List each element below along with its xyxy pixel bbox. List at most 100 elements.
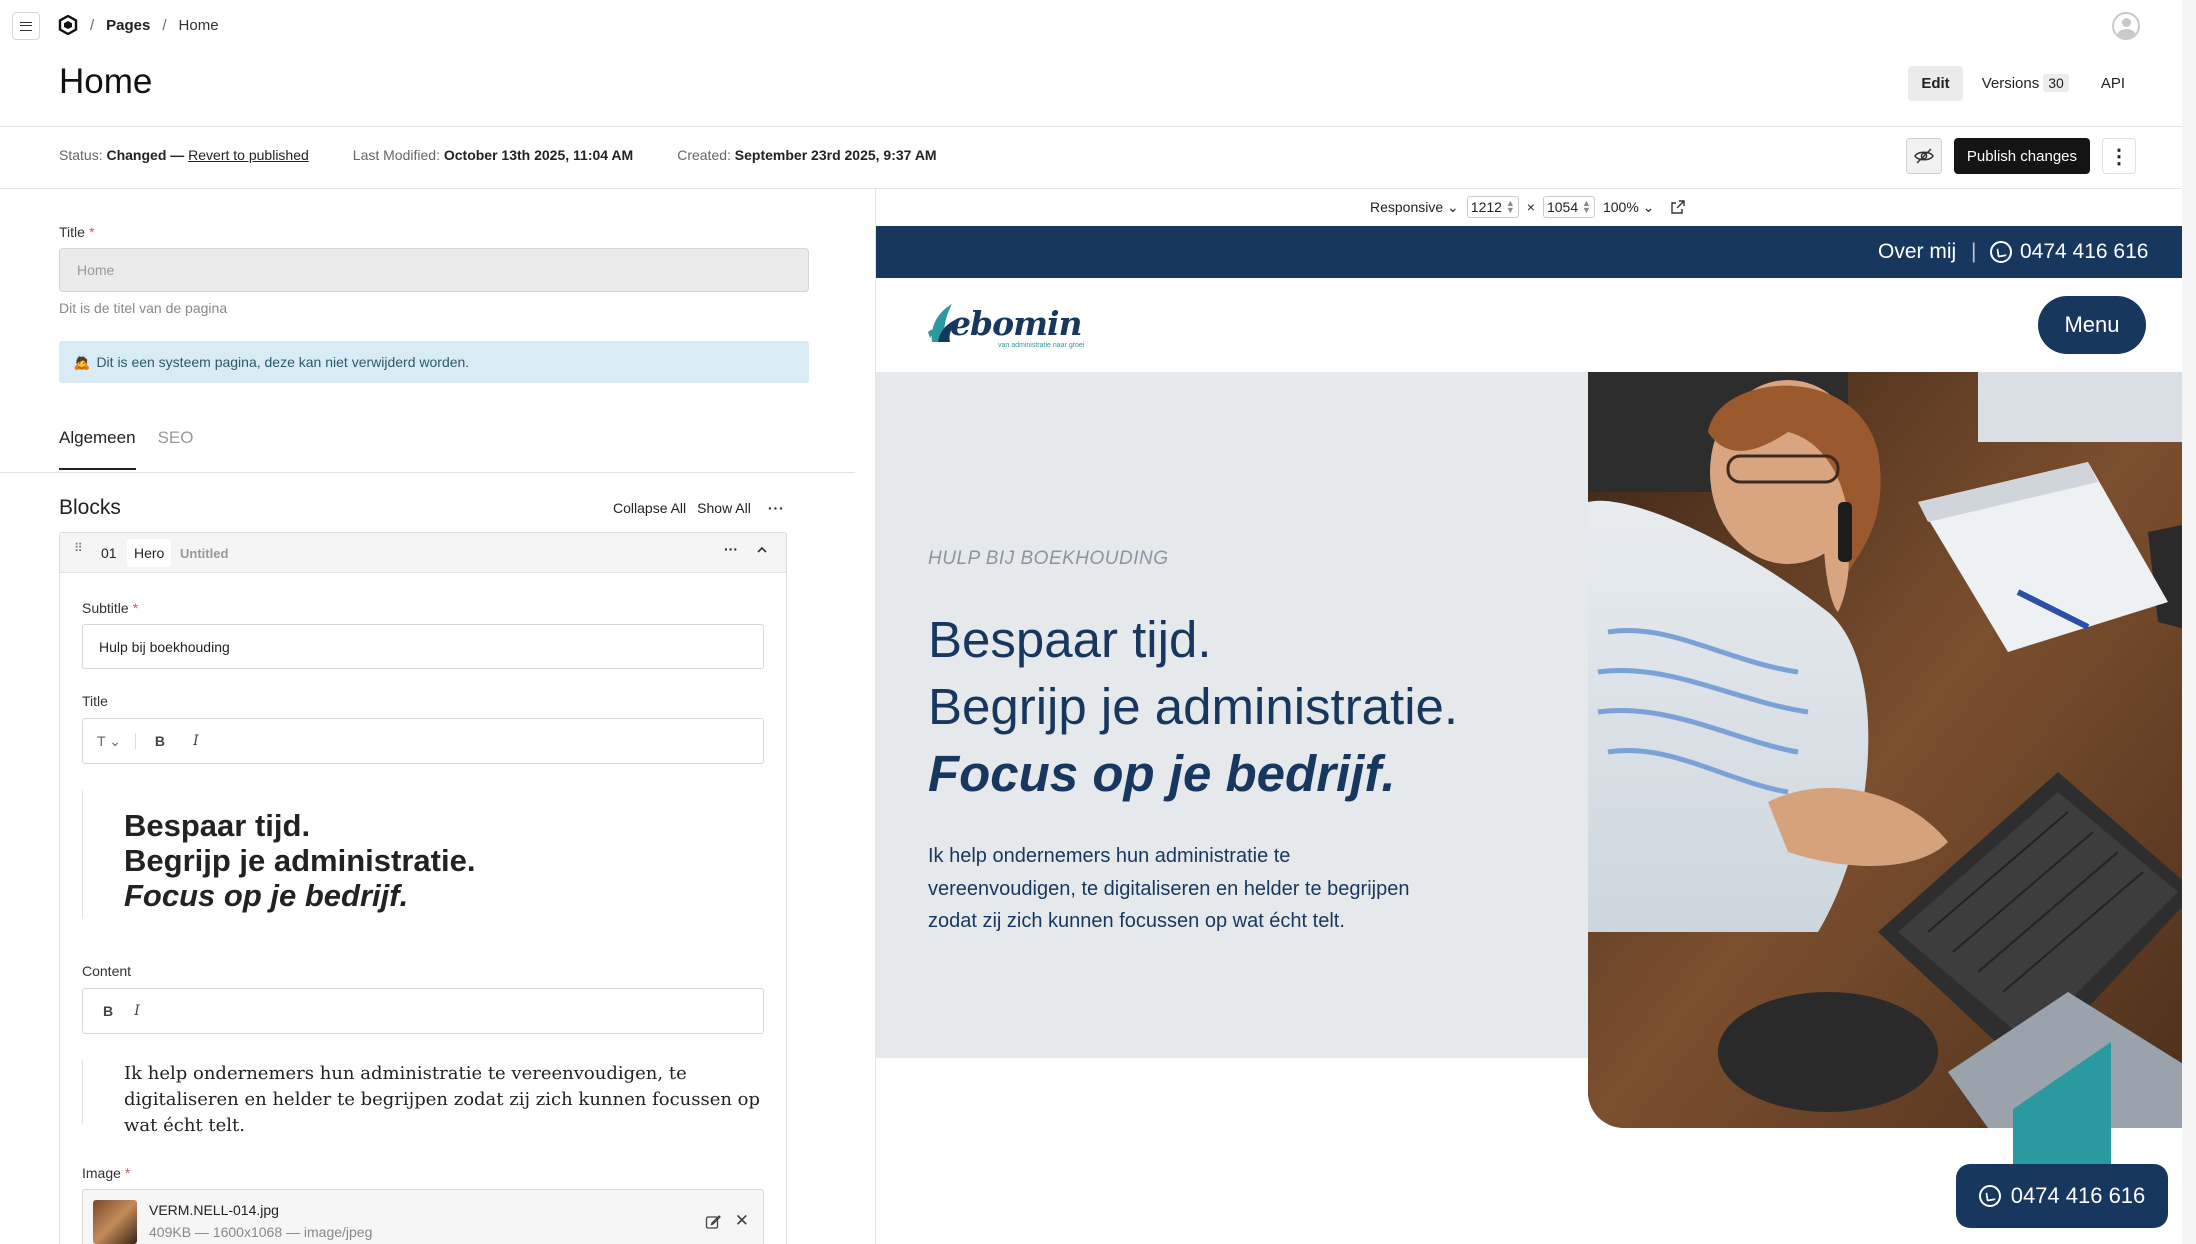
title-richtext-toolbar: T ⌄ B I — [82, 718, 764, 764]
bold-button[interactable]: B — [97, 1003, 119, 1019]
image-metadata: 409KB — 1600x1068 — image/jpeg — [149, 1224, 373, 1240]
block-header[interactable]: ⠿ 01 Hero Untitled ··· — [60, 533, 786, 573]
open-external-icon[interactable] — [1670, 199, 1686, 215]
block-number: 01 — [101, 545, 117, 561]
drag-handle-icon[interactable]: ⠿ — [74, 542, 84, 554]
page-title-input[interactable]: Home — [59, 248, 809, 292]
zoom-value: 100% — [1602, 198, 1639, 215]
image-filename: VERM.NELL-014.jpg — [149, 1202, 279, 1218]
zoom-select[interactable]: 100% ⌄ — [1603, 199, 1654, 216]
status-dash: — — [170, 147, 185, 163]
system-page-alert: 🙇 Dit is een systeem pagina, deze kan ni… — [59, 341, 809, 383]
app-logo-icon[interactable] — [58, 15, 78, 35]
chevron-down-icon: ⌄ — [1447, 198, 1459, 215]
logo-tagline: van administratie naar groei — [998, 342, 1085, 349]
hero-title-line: Focus op je bedrijf. — [928, 745, 1396, 802]
subtitle-input[interactable]: Hulp bij boekhouding — [82, 624, 764, 669]
live-preview-frame[interactable]: Over mij | 0474 416 616 ebomin van admin… — [876, 226, 2196, 1244]
title-richtext-content[interactable]: Bespaar tijd. Begrijp je administratie. … — [124, 808, 475, 913]
collapse-all-button[interactable]: Collapse All — [613, 500, 686, 516]
text-style-dropdown[interactable]: T ⌄ — [97, 733, 129, 750]
subtitle-field-label: Subtitle * — [82, 600, 138, 616]
site-top-bar: Over mij | 0474 416 616 — [876, 226, 2196, 278]
image-label-text: Image — [82, 1165, 121, 1181]
viewport-width-input[interactable]: 1212 ▲ ▼ — [1466, 196, 1519, 218]
breadcrumb-pages[interactable]: Pages — [106, 17, 150, 34]
subtitle-label-text: Subtitle — [82, 600, 129, 616]
whatsapp-icon — [1990, 241, 2012, 263]
top-bar: / Pages / Home — [0, 0, 2196, 52]
content-richtext-text[interactable]: Ik help ondernemers hun administratie te… — [124, 1061, 764, 1139]
status-value: Changed — [106, 147, 167, 163]
editor-tabs: Algemeen SEO — [59, 428, 193, 470]
tab-seo[interactable]: SEO — [158, 428, 194, 470]
close-icon[interactable]: ✕ — [735, 1211, 749, 1231]
hamburger-icon — [20, 21, 32, 31]
revert-to-published-link[interactable]: Revert to published — [188, 147, 309, 163]
stepper-icon[interactable]: ▲ ▼ — [1506, 199, 1515, 215]
status-label: Status: — [59, 147, 103, 163]
header-divider — [0, 126, 2196, 127]
toolbar-separator — [134, 733, 136, 749]
required-marker: * — [88, 224, 95, 240]
toggle-preview-button[interactable] — [1905, 138, 1942, 174]
menu-toggle-button[interactable] — [12, 12, 40, 40]
edit-icon[interactable] — [705, 1214, 721, 1230]
italic-button[interactable]: I — [119, 1003, 155, 1019]
eye-off-icon — [1914, 148, 1934, 164]
page-scrollbar[interactable] — [2182, 0, 2196, 1244]
publish-changes-button[interactable]: Publish changes — [1953, 138, 2090, 174]
hero-title-line: Bespaar tijd. — [928, 611, 1212, 668]
alert-text: Dit is een systeem pagina, deze kan niet… — [96, 354, 470, 370]
bowing-person-icon: 🙇 — [73, 353, 91, 370]
versions-label: Versions — [1981, 75, 2040, 92]
required-marker: * — [124, 1165, 131, 1181]
viewport-width-value: 1212 — [1470, 199, 1502, 215]
edit-tab-button[interactable]: Edit — [1908, 65, 1963, 101]
breadcrumb-current: Home — [178, 17, 219, 34]
viewport-height-input[interactable]: 1054 ▲ ▼ — [1542, 196, 1595, 218]
tabs-divider — [0, 472, 855, 473]
image-upload-field: VERM.NELL-014.jpg 409KB — 1600x1068 — im… — [82, 1189, 764, 1244]
title-line: Focus op je bedrijf. — [124, 878, 409, 913]
more-actions-button[interactable]: ⋮ — [2102, 138, 2136, 174]
floating-phone-number: 0474 416 616 — [2010, 1183, 2146, 1208]
title-richtext-editor[interactable] — [82, 790, 83, 918]
site-logo[interactable]: ebomin van administratie naar groei — [928, 302, 1098, 354]
blocks-actions: Collapse All Show All ··· — [613, 500, 785, 516]
blocks-more-button[interactable]: ··· — [768, 500, 785, 516]
site-nav-over-mij[interactable]: Over mij — [1878, 240, 1956, 264]
site-phone-link[interactable]: 0474 416 616 — [1990, 240, 2148, 264]
site-phone-number: 0474 416 616 — [2020, 240, 2149, 263]
content-richtext-editor[interactable] — [82, 1060, 83, 1124]
api-tab-button[interactable]: API — [2088, 66, 2138, 101]
bold-button[interactable]: B — [142, 733, 178, 749]
block-more-button[interactable]: ··· — [724, 541, 738, 557]
show-all-button[interactable]: Show All — [697, 500, 751, 516]
block-type-badge: Hero — [127, 539, 172, 567]
site-menu-button[interactable]: Menu — [2038, 296, 2146, 354]
created-label: Created: — [677, 147, 731, 163]
created-info: Created: September 23rd 2025, 9:37 AM — [677, 147, 936, 163]
floating-call-button[interactable]: 0474 416 616 — [1956, 1164, 2168, 1228]
required-marker: * — [132, 600, 139, 616]
stepper-icon[interactable]: ▲ ▼ — [1582, 199, 1591, 215]
image-thumbnail[interactable] — [93, 1200, 137, 1244]
breadcrumb: / Pages / Home — [90, 17, 219, 34]
breadcrumb-separator: / — [162, 17, 167, 34]
title-label-text: Title — [59, 224, 85, 240]
toolbar-divider — [0, 188, 2196, 189]
viewport-mode-select[interactable]: Responsive ⌄ — [1370, 199, 1459, 216]
woman-on-phone-image — [1588, 372, 2196, 1128]
chevron-up-icon[interactable] — [755, 543, 769, 557]
versions-tab-button[interactable]: Versions 30 — [1969, 65, 2082, 101]
user-avatar[interactable] — [2112, 12, 2140, 40]
hero-description: Ik help ondernemers hun administratie te… — [928, 845, 1410, 932]
hero-subtitle: HULP BIJ BOEKHOUDING — [928, 548, 1169, 569]
tab-algemeen[interactable]: Algemeen — [59, 428, 136, 470]
content-field-label: Content — [82, 963, 132, 979]
italic-button[interactable]: I — [178, 733, 214, 749]
last-modified-label: Last Modified: — [352, 147, 440, 163]
document-status-bar: Status: Changed — Revert to published La… — [59, 147, 937, 163]
last-modified-info: Last Modified: October 13th 2025, 11:04 … — [353, 147, 633, 163]
